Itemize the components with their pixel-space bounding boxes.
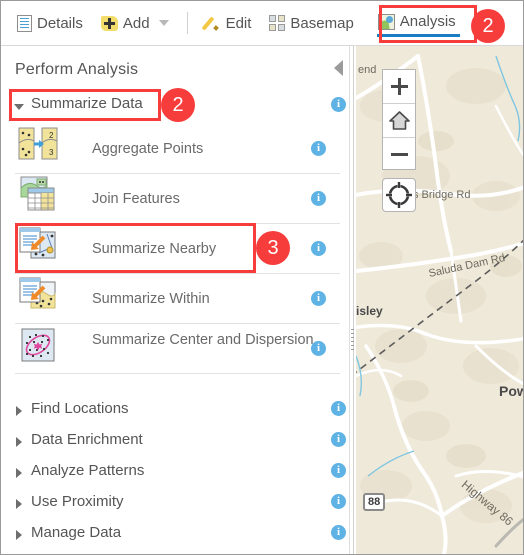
top-toolbar: Details Add Edit Basemap Analysis: [1, 1, 523, 46]
sidebar-section-label-find-locations: Find Locations: [31, 400, 129, 417]
join-features-icon: [17, 174, 59, 214]
info-icon-data-enrichment[interactable]: i: [331, 432, 346, 447]
add-icon: [100, 15, 118, 31]
tool-row-summarize-center-dispersion[interactable]: Summarize Center and Dispersion i: [15, 324, 340, 374]
toolbar-item-details[interactable]: Details: [17, 14, 83, 32]
tool-row-join-features[interactable]: Join Features i: [15, 174, 340, 224]
sidebar-section-use-proximity[interactable]: Use Proximity i: [1, 491, 353, 521]
sidebar-section-label-use-proximity: Use Proximity: [31, 493, 124, 510]
toolbar-item-add[interactable]: Add: [100, 14, 169, 32]
tool-label-summarize-within: Summarize Within: [92, 291, 210, 307]
toolbar-label-details: Details: [37, 14, 83, 32]
info-icon-summarize-center-dispersion[interactable]: i: [311, 341, 326, 356]
info-icon-summarize-nearby[interactable]: i: [311, 241, 326, 256]
info-icon-aggregate-points[interactable]: i: [311, 141, 326, 156]
info-icon-analyze-patterns[interactable]: i: [331, 463, 346, 478]
home-button[interactable]: [383, 103, 415, 137]
route-shield-88: 88: [363, 493, 386, 511]
tool-label-aggregate-points: Aggregate Points: [92, 141, 204, 157]
info-icon-summarize-data[interactable]: i: [331, 97, 346, 112]
map-zoom-controls: [382, 69, 416, 170]
sidebar-section-label-summarize-data: Summarize Data: [31, 95, 143, 112]
svg-text:3: 3: [49, 148, 54, 157]
tool-label-summarize-center-dispersion: Summarize Center and Dispersion: [92, 332, 314, 348]
sidebar-section-label-analyze-patterns: Analyze Patterns: [31, 462, 145, 479]
toolbar-item-edit[interactable]: Edit: [204, 15, 252, 32]
toolbar-item-basemap[interactable]: Basemap: [269, 14, 354, 32]
minus-icon: [391, 153, 408, 156]
application-window: Details Add Edit Basemap Analysis 2 Perf…: [0, 0, 524, 555]
svg-text:2: 2: [49, 131, 54, 140]
toolbar-label-analysis: Analysis: [399, 13, 456, 30]
sidebar-section-manage-data[interactable]: Manage Data i: [1, 522, 353, 552]
tool-row-aggregate-points[interactable]: 2 3 Aggregate Points i: [15, 124, 340, 174]
chevron-down-icon[interactable]: [158, 20, 169, 26]
analysis-map-icon: [377, 13, 395, 30]
collapse-left-arrow-icon[interactable]: [334, 60, 343, 76]
pencil-icon: [204, 15, 221, 31]
tool-row-summarize-within[interactable]: Summarize Within i: [15, 274, 340, 324]
analysis-panel: Perform Analysis Summarize Data i 2 3 Ag…: [1, 46, 353, 554]
page-title: Perform Analysis: [15, 61, 139, 78]
sidebar-section-analyze-patterns[interactable]: Analyze Patterns i: [1, 460, 353, 490]
panel-scroll-rail[interactable]: [349, 46, 354, 554]
info-icon-find-locations[interactable]: i: [331, 401, 346, 416]
panel-resize-handle[interactable]: [351, 329, 354, 351]
chevron-right-icon: [16, 406, 22, 416]
crosshair-icon: [386, 182, 412, 208]
info-icon-manage-data[interactable]: i: [331, 525, 346, 540]
chevron-right-icon: [16, 499, 22, 509]
sidebar-section-label-data-enrichment: Data Enrichment: [31, 431, 143, 448]
info-icon-use-proximity[interactable]: i: [331, 494, 346, 509]
toolbar-label-basemap: Basemap: [290, 14, 354, 32]
toolbar-divider: [186, 12, 188, 34]
annotation-badge-3-summarize-nearby: 3: [256, 231, 290, 265]
chevron-right-icon: [16, 437, 22, 447]
active-tab-underline: [376, 34, 460, 37]
toolbar-label-add: Add: [122, 14, 150, 32]
zoom-in-button[interactable]: [383, 70, 415, 103]
toolbar-label-edit: Edit: [225, 14, 252, 32]
info-icon-summarize-within[interactable]: i: [311, 291, 326, 306]
summarize-within-icon: [17, 274, 59, 314]
info-icon-join-features[interactable]: i: [311, 191, 326, 206]
zoom-out-button[interactable]: [383, 137, 415, 171]
summarize-center-dispersion-icon: [17, 327, 59, 367]
locate-button[interactable]: [382, 178, 416, 212]
sidebar-section-find-locations[interactable]: Find Locations i: [1, 398, 353, 428]
annotation-badge-2-analysis: 2: [471, 9, 505, 43]
basemap-grid-icon: [269, 15, 286, 31]
details-icon: [17, 14, 32, 32]
home-icon: [389, 111, 410, 130]
sidebar-section-label-manage-data: Manage Data: [31, 524, 122, 541]
aggregate-points-icon: 2 3: [17, 124, 59, 164]
chevron-right-icon: [16, 468, 22, 478]
chevron-right-icon: [16, 530, 22, 540]
chevron-down-icon: [14, 104, 24, 110]
map-canvas[interactable]: end s Bridge Rd Saluda Dam Rd isley Pow …: [356, 46, 523, 554]
toolbar-item-analysis[interactable]: Analysis: [372, 9, 464, 37]
tool-label-join-features: Join Features: [92, 191, 180, 207]
sidebar-section-data-enrichment[interactable]: Data Enrichment i: [1, 429, 353, 459]
tool-label-summarize-nearby: Summarize Nearby: [92, 241, 217, 257]
tool-row-summarize-nearby[interactable]: Summarize Nearby i: [15, 224, 340, 274]
summarize-nearby-icon: [17, 224, 59, 264]
annotation-badge-2-summarize-data: 2: [161, 88, 195, 122]
